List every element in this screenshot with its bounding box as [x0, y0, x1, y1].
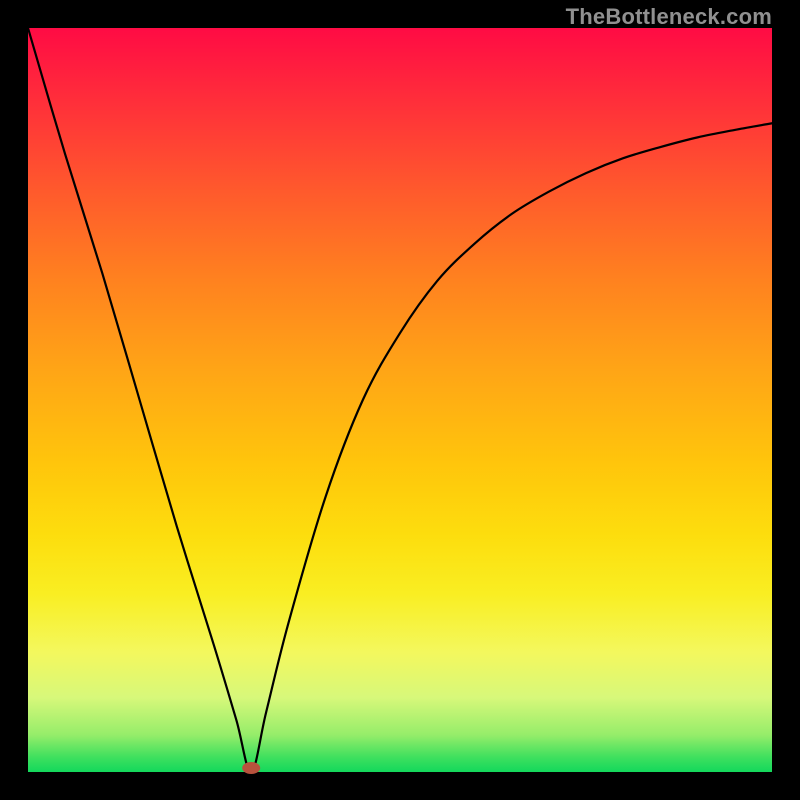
- minimum-marker: [242, 762, 260, 774]
- chart-frame: TheBottleneck.com: [0, 0, 800, 800]
- curve-svg: [28, 28, 772, 772]
- bottleneck-curve: [28, 28, 772, 772]
- watermark-text: TheBottleneck.com: [566, 4, 772, 30]
